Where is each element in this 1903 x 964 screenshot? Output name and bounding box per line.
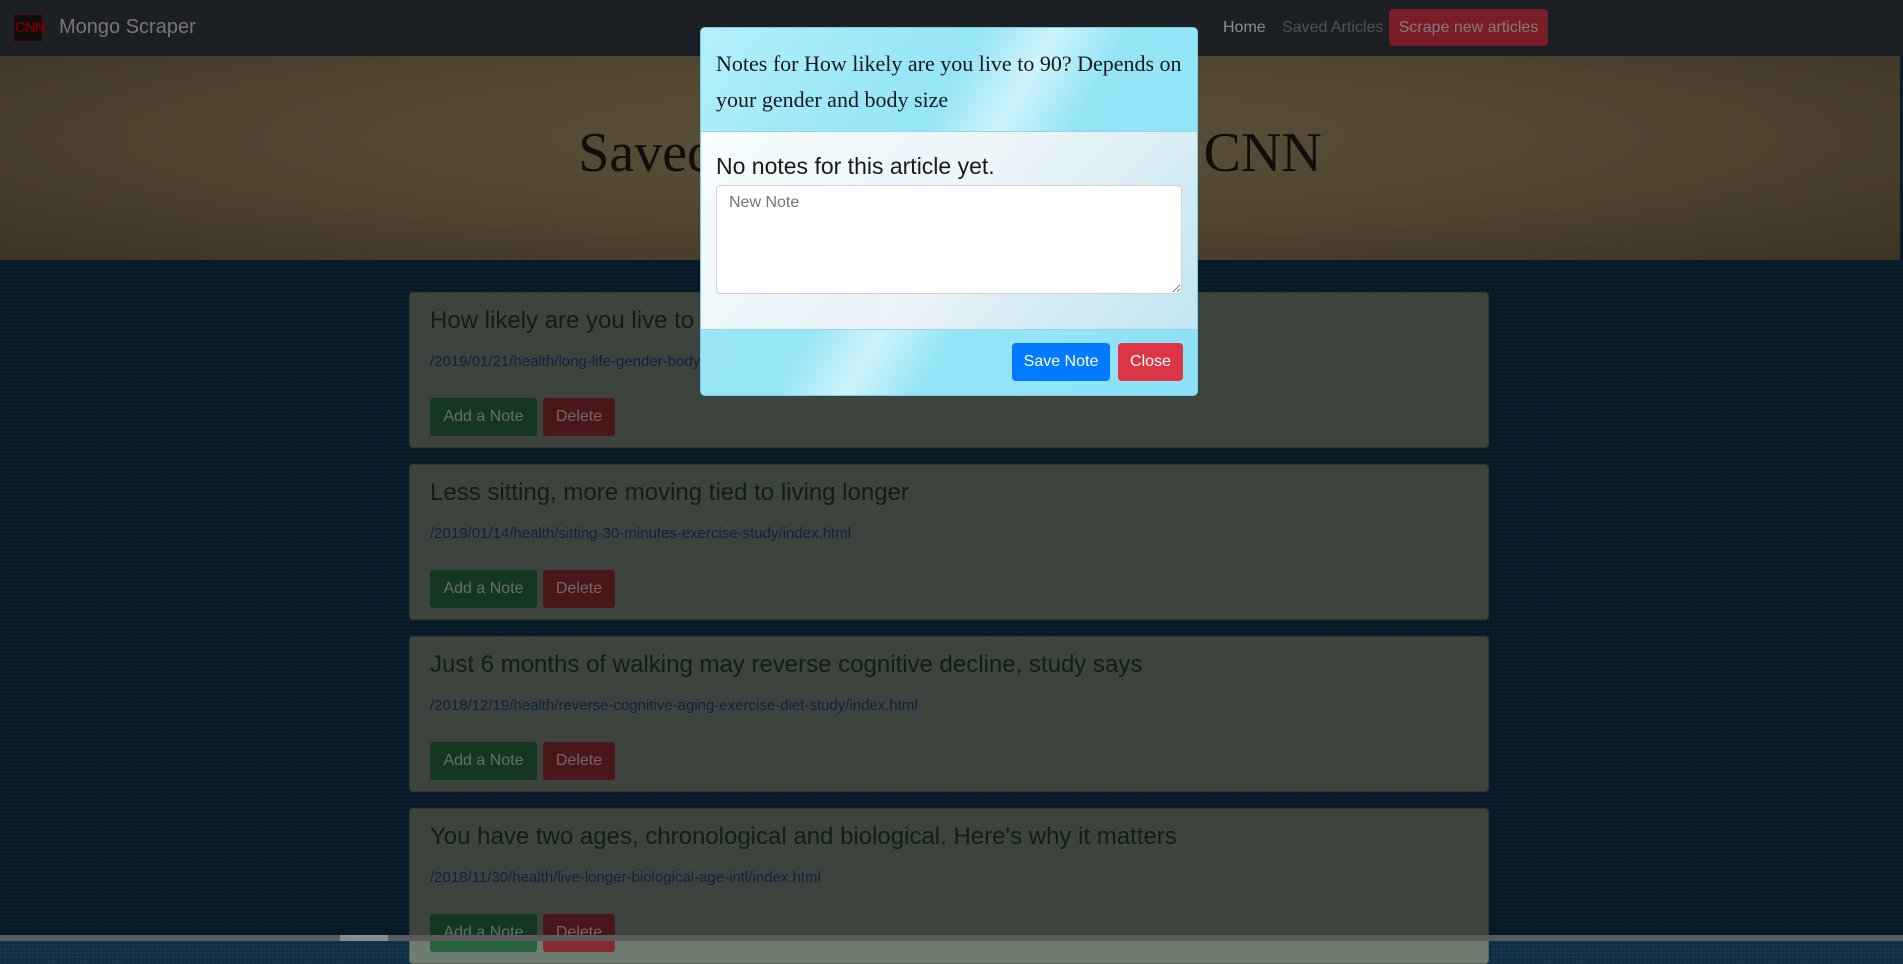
modal-title: Notes for How likely are you live to 90?…	[716, 51, 1182, 112]
modal-body: No notes for this article yet.	[701, 131, 1197, 330]
horizontal-scrollbar[interactable]	[0, 935, 1903, 941]
scrollbar-thumb[interactable]	[340, 935, 388, 941]
no-notes-message: No notes for this article yet.	[716, 153, 995, 179]
new-note-textarea[interactable]	[716, 185, 1182, 294]
save-note-button[interactable]: Save Note	[1012, 343, 1110, 381]
close-modal-button[interactable]: Close	[1118, 343, 1183, 381]
notes-modal: Notes for How likely are you live to 90?…	[700, 27, 1198, 396]
